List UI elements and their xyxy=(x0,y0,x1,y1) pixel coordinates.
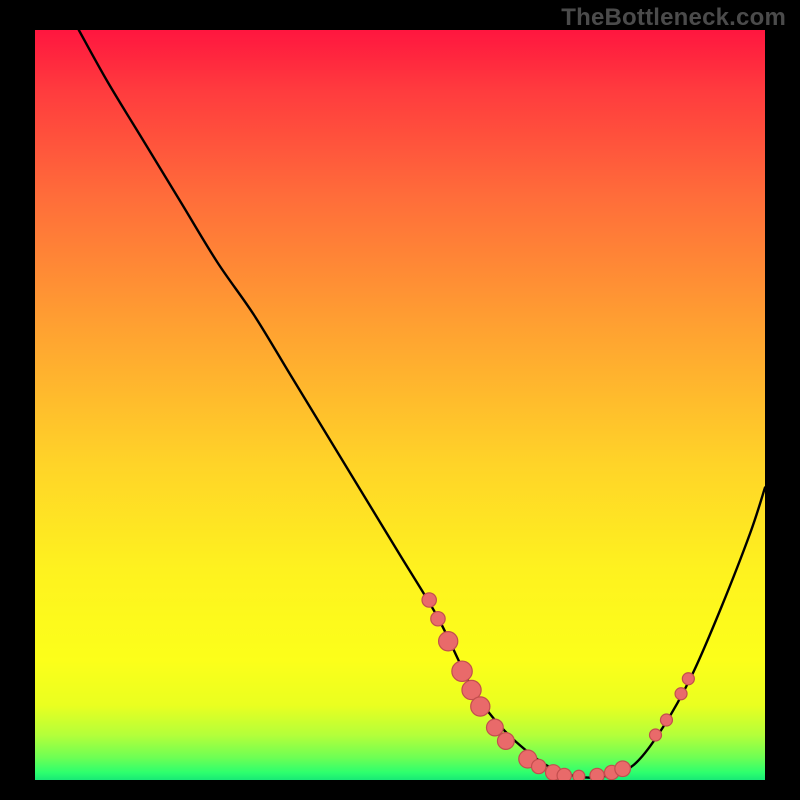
watermark-text: TheBottleneck.com xyxy=(561,4,786,32)
data-marker xyxy=(497,733,514,750)
data-marker xyxy=(557,768,571,780)
data-marker xyxy=(431,612,445,626)
marker-group xyxy=(422,593,694,780)
data-marker xyxy=(675,688,687,700)
data-marker xyxy=(590,768,604,780)
data-marker xyxy=(660,714,672,726)
data-marker xyxy=(650,729,662,741)
data-marker xyxy=(682,673,694,685)
data-marker xyxy=(532,759,546,773)
bottleneck-curve xyxy=(79,30,765,778)
data-marker xyxy=(452,661,472,681)
curve-layer xyxy=(35,30,765,780)
data-marker xyxy=(422,593,436,607)
data-marker xyxy=(471,697,490,716)
data-marker xyxy=(573,770,585,780)
data-marker xyxy=(487,719,504,736)
data-marker xyxy=(439,632,458,651)
data-marker xyxy=(615,761,631,777)
chart-frame: TheBottleneck.com xyxy=(0,0,800,800)
plot-area xyxy=(35,30,765,780)
